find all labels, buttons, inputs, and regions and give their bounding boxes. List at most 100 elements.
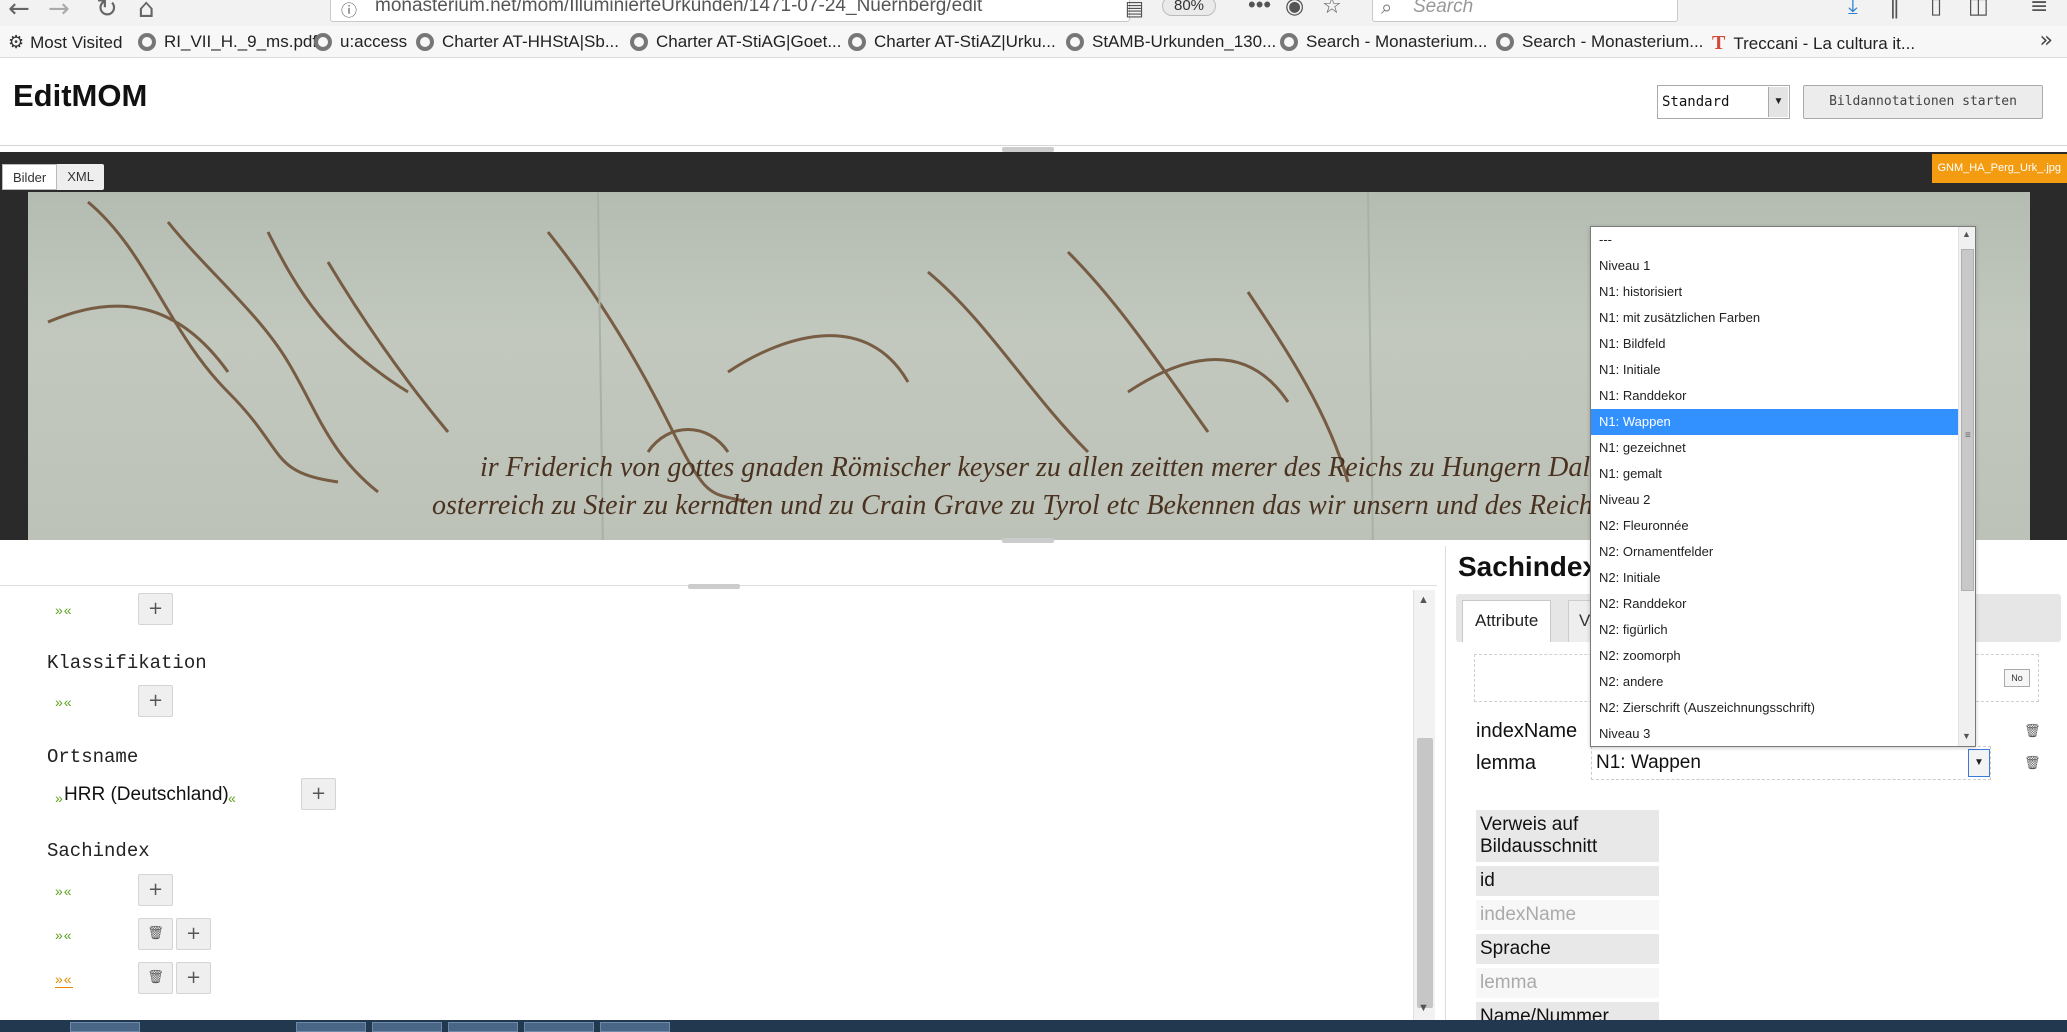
splitter-handle[interactable] [1002,538,1054,543]
treccani-icon: T [1712,32,1726,54]
section-label-klassifikation: Klassifikation [47,652,207,674]
trash-icon[interactable]: 🗑 [138,962,173,994]
dropdown-option[interactable]: N1: mit zusätzlichen Farben [1591,305,1961,331]
bookmark-star-icon[interactable]: ☆ [1322,0,1342,19]
reader-mode-icon[interactable]: ▯ [1930,0,1942,19]
taskbar-item[interactable] [296,1022,366,1032]
chevron-down-icon[interactable]: ▼ [1768,87,1788,117]
chevron-right-double-icon[interactable]: » [2040,28,2053,53]
bookmark-item[interactable]: Search - Monasterium... [1280,32,1487,52]
reader-view-icon[interactable]: ▤ [1125,0,1144,20]
url-field[interactable]: ⓘ monasterium.net/mom/IlluminierteUrkund… [330,0,1130,22]
dropdown-option[interactable]: --- [1591,227,1961,253]
forward-icon[interactable]: → [48,0,70,24]
empty-field-marker[interactable]: »« [55,927,73,943]
scrollbar-thumb[interactable]: ≡ [1961,249,1974,591]
start-annotation-button[interactable]: Bildannotationen starten [1803,85,2043,119]
dropdown-option[interactable]: N1: gezeichnet [1591,435,1961,461]
trash-icon[interactable]: 🗑 [2024,724,2041,739]
taskbar-item[interactable] [600,1022,670,1032]
left-scrollbar[interactable]: ▲ ▼ [1413,590,1435,1020]
add-button[interactable]: + [138,685,173,717]
dropdown-option[interactable]: N2: figürlich [1591,617,1961,643]
taskbar-item[interactable] [70,1022,140,1032]
add-button[interactable]: + [138,593,173,625]
empty-field-marker[interactable]: »« [55,694,73,710]
taskbar-item[interactable] [372,1022,442,1032]
dropdown-option[interactable]: N1: Initiale [1591,357,1961,383]
bookmark-item[interactable]: Search - Monasterium... [1496,32,1703,52]
taskbar-item[interactable] [448,1022,518,1032]
chevron-down-icon[interactable]: ▼ [1968,749,1990,777]
left-scroll-area[interactable]: »« + Klassifikation »« + Ortsname » HRR … [0,590,1412,1020]
dropdown-option[interactable]: N2: Fleuronnée [1591,513,1961,539]
reference-id[interactable]: id [1476,866,1659,897]
pocket-icon[interactable]: ◉ [1285,0,1304,19]
scroll-down-icon[interactable]: ▼ [1418,1002,1429,1014]
reference-indexname-input[interactable]: indexName [1476,900,1659,931]
reload-icon[interactable]: ↻ [96,0,118,24]
home-icon[interactable]: ⌂ [138,0,155,24]
dropdown-option[interactable]: N2: Ornamentfelder [1591,539,1961,565]
browser-search-input[interactable]: ⌕ Search [1372,0,1678,22]
trash-icon[interactable]: 🗑 [138,918,173,950]
splitter-handle[interactable] [688,584,740,589]
info-icon[interactable]: ⓘ [341,0,357,21]
active-field-marker[interactable]: »« [55,971,73,988]
bookmark-item[interactable]: Charter AT-HHStA|Sb... [416,32,619,52]
dropdown-option[interactable]: N2: Zierschrift (Auszeichnungsschrift) [1591,695,1961,721]
download-icon[interactable]: ⤓ [1848,0,1858,19]
menu-icon[interactable]: ≡ [2030,0,2048,19]
scroll-up-icon[interactable]: ▲ [1418,594,1429,606]
dropdown-scrollbar[interactable]: ▲ ≡ ▼ [1958,227,1975,746]
bookmark-item[interactable]: RI_VII_H._9_ms.pdf [138,32,317,52]
zoom-level-badge[interactable]: 80% [1162,0,1216,16]
dropdown-option[interactable]: N2: andere [1591,669,1961,695]
no-button[interactable]: No [2004,669,2030,687]
scroll-down-icon[interactable]: ▼ [1962,731,1971,741]
reference-sprache[interactable]: Sprache [1476,934,1659,965]
bookmark-item[interactable]: StAMB-Urkunden_130... [1066,32,1276,52]
add-button[interactable]: + [138,874,173,906]
scroll-up-icon[interactable]: ▲ [1962,229,1971,239]
ortsname-value[interactable]: HRR (Deutschland) [64,784,229,806]
tab-attribute[interactable]: Attribute [1462,600,1552,642]
image-filename-badge[interactable]: GNM_HA_Perg_Urk_.jpg [1931,154,2067,183]
library-icon[interactable]: ║ [1888,0,1901,19]
globe-icon [314,33,332,51]
add-button[interactable]: + [176,918,211,950]
dropdown-option[interactable]: Niveau 2 [1591,487,1961,513]
lemma-dropdown-list[interactable]: --- Niveau 1 N1: historisiert N1: mit zusät… [1590,226,1976,747]
tab-bilder[interactable]: Bilder [2,164,58,190]
trash-icon[interactable]: 🗑 [2024,756,2041,771]
bookmark-item[interactable]: T Treccani - La cultura it... [1712,32,1915,55]
bookmark-item[interactable]: Charter AT-StiAG|Goet... [630,32,842,52]
dropdown-option[interactable]: Niveau 3 [1591,721,1961,746]
bookmark-most-visited[interactable]: ⚙ Most Visited [8,32,122,53]
dropdown-option[interactable]: N2: Randdekor [1591,591,1961,617]
reference-lemma-input[interactable]: lemma [1476,968,1659,999]
scrollbar-thumb[interactable] [1417,738,1433,1008]
dropdown-option[interactable]: N2: Initiale [1591,565,1961,591]
empty-field-marker[interactable]: »« [55,602,73,618]
dropdown-option[interactable]: N2: zoomorph [1591,643,1961,669]
dropdown-option[interactable]: N1: gemalt [1591,461,1961,487]
bookmark-item[interactable]: Charter AT-StiAZ|Urku... [848,32,1056,52]
dropdown-option[interactable]: Niveau 1 [1591,253,1961,279]
sidebar-icon[interactable]: ◫ [1968,0,1989,19]
tab-xml[interactable]: XML [57,164,104,190]
empty-field-marker[interactable]: »« [55,883,73,899]
lemma-select[interactable]: N1: Wappen ▼ [1591,746,1991,780]
taskbar-item[interactable] [524,1022,594,1032]
section-label-sachindex: Sachindex [47,840,150,862]
more-actions-icon[interactable]: ••• [1248,0,1271,18]
dropdown-option[interactable]: N1: historisiert [1591,279,1961,305]
bookmark-item[interactable]: u:access [314,32,407,52]
mode-select[interactable]: Standard ▼ [1657,85,1790,119]
add-button[interactable]: + [176,962,211,994]
back-icon[interactable]: ← [8,0,30,24]
dropdown-option[interactable]: N1: Bildfeld [1591,331,1961,357]
dropdown-option[interactable]: N1: Wappen [1591,409,1961,435]
dropdown-option[interactable]: N1: Randdekor [1591,383,1961,409]
add-button[interactable]: + [301,778,336,810]
